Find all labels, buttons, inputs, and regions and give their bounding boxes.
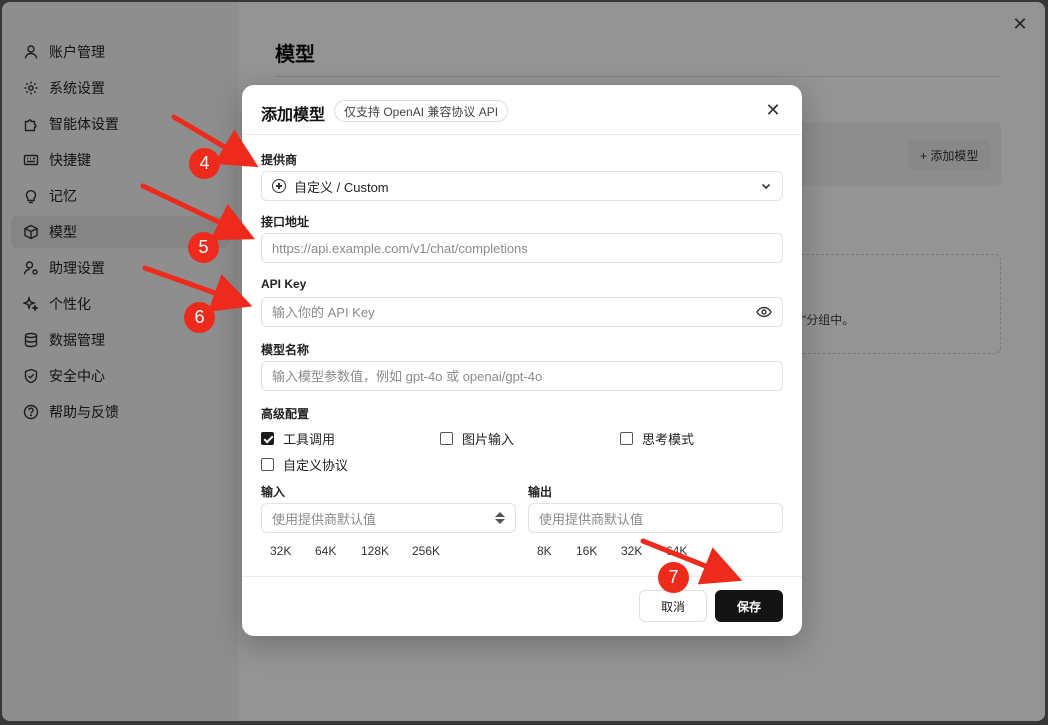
dialog-header: 添加模型 仅支持 OpenAI 兼容协议 API ✕	[242, 85, 802, 135]
output-tokens-label: 输出	[528, 485, 553, 499]
output-chip-32k[interactable]: 32K	[621, 544, 642, 558]
provider-value: 自定义 / Custom	[294, 179, 389, 195]
plus-circle-icon	[272, 179, 286, 193]
checkbox-label: 工具调用	[283, 432, 336, 447]
spinner-icon[interactable]	[495, 512, 505, 524]
step-badge-4: 4	[189, 148, 220, 179]
endpoint-label: 接口地址	[261, 215, 310, 229]
checkbox-label: 思考模式	[642, 432, 695, 447]
advanced-label: 高级配置	[261, 407, 310, 421]
input-tokens-label: 输入	[261, 485, 286, 499]
add-model-dialog: 添加模型 仅支持 OpenAI 兼容协议 API ✕ 提供商 自定义 / Cus…	[242, 85, 802, 636]
output-chip-16k[interactable]: 16K	[576, 544, 597, 558]
provider-label: 提供商	[261, 153, 298, 167]
endpoint-input[interactable]	[272, 240, 772, 256]
footer-divider	[242, 576, 802, 577]
checkbox-icon[interactable]	[261, 458, 274, 471]
close-icon[interactable]: ✕	[764, 100, 782, 120]
input-chip-64k[interactable]: 64K	[315, 544, 336, 558]
checkbox-label: 自定义协议	[283, 458, 349, 473]
provider-select[interactable]: 自定义 / Custom	[261, 171, 783, 201]
checkbox-icon[interactable]	[620, 432, 633, 445]
api-key-field[interactable]	[261, 297, 783, 327]
chevron-down-icon	[760, 180, 772, 192]
model-name-input[interactable]	[272, 368, 772, 384]
api-key-label: API Key	[261, 277, 307, 291]
model-name-field[interactable]	[261, 361, 783, 391]
api-key-input[interactable]	[272, 304, 756, 320]
cancel-button[interactable]: 取消	[639, 590, 707, 622]
input-tokens-field[interactable]: 使用提供商默认值	[261, 503, 516, 533]
endpoint-field[interactable]	[261, 233, 783, 263]
step-badge-6: 6	[184, 302, 215, 333]
step-badge-5: 5	[188, 232, 219, 263]
input-tokens-placeholder: 使用提供商默认值	[272, 511, 377, 527]
checkbox-tool-call[interactable]: 工具调用	[261, 429, 335, 448]
step-badge-7: 7	[658, 562, 689, 593]
input-chip-128k[interactable]: 128K	[361, 544, 389, 558]
checkbox-custom-protocol[interactable]: 自定义协议	[261, 455, 348, 474]
checkbox-image-input[interactable]: 图片输入	[440, 429, 514, 448]
save-button[interactable]: 保存	[715, 590, 783, 622]
input-chip-256k[interactable]: 256K	[412, 544, 440, 558]
output-tokens-field[interactable]: 使用提供商默认值	[528, 503, 783, 533]
output-tokens-placeholder: 使用提供商默认值	[539, 511, 644, 527]
model-name-label: 模型名称	[261, 343, 310, 357]
checkbox-label: 图片输入	[462, 432, 515, 447]
checkbox-icon[interactable]	[440, 432, 453, 445]
checkbox-checked-icon[interactable]	[261, 432, 274, 445]
compat-badge: 仅支持 OpenAI 兼容协议 API	[334, 100, 509, 122]
input-chip-32k[interactable]: 32K	[270, 544, 291, 558]
output-chip-64k[interactable]: 64K	[666, 544, 687, 558]
dialog-title: 添加模型	[261, 107, 326, 124]
output-chip-8k[interactable]: 8K	[537, 544, 552, 558]
checkbox-thinking-mode[interactable]: 思考模式	[620, 429, 694, 448]
eye-icon[interactable]	[756, 306, 772, 318]
